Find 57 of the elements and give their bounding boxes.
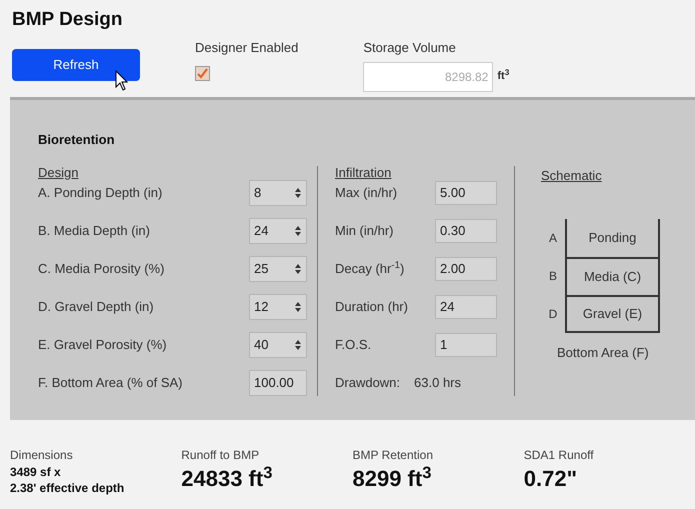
drawdown-label: Drawdown: xyxy=(335,374,400,392)
number-spinner[interactable]: 12 xyxy=(249,294,307,320)
schematic-heading: Schematic xyxy=(541,166,603,184)
field-label: F. Bottom Area (% of SA) xyxy=(38,374,182,392)
summary-value: 3489 sf x xyxy=(10,464,62,480)
infiltration-heading: Infiltration xyxy=(335,166,392,180)
number-spinner[interactable]: 8 xyxy=(249,180,307,206)
layer-letter: B xyxy=(548,268,558,285)
field-label: E. Gravel Porosity (%) xyxy=(38,336,167,354)
layer-letter: D xyxy=(548,306,558,323)
summary-value: 0.72" xyxy=(524,465,578,493)
unit-label: ft$^{3}$ xyxy=(497,68,510,84)
field-label: A. Ponding Depth (in) xyxy=(38,184,162,202)
summary-label: Dimensions xyxy=(10,447,74,464)
field-label: F.O.S. xyxy=(335,336,372,354)
text-field[interactable]: 24 xyxy=(435,294,497,318)
text-field[interactable]: 2.00 xyxy=(435,256,497,280)
spin-arrows-icon xyxy=(294,300,302,314)
spin-arrows-icon xyxy=(294,338,302,352)
layer-name: Gravel (E) xyxy=(582,305,642,324)
summary-label: SDA1 Runoff xyxy=(524,447,595,464)
field-label: B. Media Depth (in) xyxy=(38,222,150,240)
check-icon xyxy=(197,68,208,78)
page-title: BMP Design xyxy=(12,8,124,32)
field-label: D. Gravel Depth (in) xyxy=(38,298,154,316)
text-field[interactable]: 0.30 xyxy=(435,218,497,242)
drawdown-value: 63.0 hrs xyxy=(414,374,462,392)
field-label: Decay (hr$^{-1}$) xyxy=(335,258,404,278)
layer-letter: A xyxy=(548,230,558,247)
layer-name: Media (C) xyxy=(584,268,642,286)
spin-arrows-icon xyxy=(294,224,302,238)
schematic-caption: Bottom Area (F) xyxy=(557,344,650,362)
checkbox[interactable] xyxy=(195,66,210,80)
number-spinner[interactable]: 40 xyxy=(249,332,307,358)
design-heading: Design xyxy=(38,166,80,180)
number-spinner[interactable]: 24 xyxy=(249,218,307,244)
pointer-icon xyxy=(115,70,129,92)
layer-name: Ponding xyxy=(588,229,636,248)
field-label: Duration (hr) xyxy=(335,298,408,316)
number-spinner[interactable]: 25 xyxy=(249,256,307,282)
summary-label: BMP Retention xyxy=(352,447,434,464)
spin-arrows-icon xyxy=(294,186,302,200)
panel-title: Bioretention xyxy=(38,131,116,149)
text-field[interactable]: 100.00 xyxy=(249,370,307,396)
summary-value: 2.38' effective depth xyxy=(10,480,126,496)
summary-label: Runoff to BMP xyxy=(181,447,260,464)
field-label: C. Media Porosity (%) xyxy=(38,260,164,278)
text-field[interactable]: 1 xyxy=(435,332,497,356)
summary-value: 24833 ft$^{3}$ xyxy=(181,464,274,493)
text-field[interactable]: 5.00 xyxy=(435,180,497,204)
refresh-button[interactable]: Refresh xyxy=(12,48,140,80)
designer-enabled-label: Designer Enabled xyxy=(195,39,298,57)
spin-arrows-icon xyxy=(294,262,302,276)
field-label: Min (in/hr) xyxy=(335,222,394,240)
summary-value: 8299 ft$^{3}$ xyxy=(352,464,432,493)
storage-volume-label: Storage Volume xyxy=(363,39,457,57)
field-label: Max (in/hr) xyxy=(335,184,398,202)
